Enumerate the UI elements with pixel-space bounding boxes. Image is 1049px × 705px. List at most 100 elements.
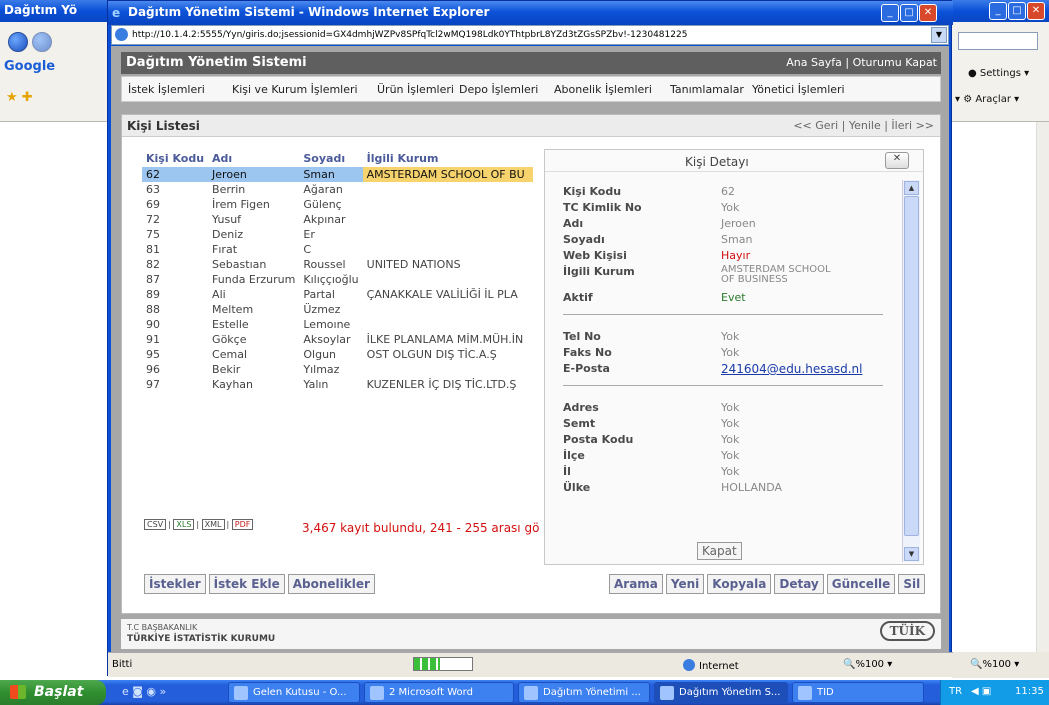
minimize-icon[interactable]: _ [989,2,1007,20]
scroll-up-icon[interactable]: ▲ [904,181,919,195]
table-row[interactable]: 95 Cemal Olgun OST OLGUN DIŞ TİC.A.Ş [142,347,533,362]
scroll-down-icon[interactable]: ▼ [904,547,919,561]
scroll-thumb[interactable] [904,196,919,536]
detail-header: Kişi Detayı ✕ [545,150,923,172]
task-ie-2[interactable]: Dağıtım Yönetim S... [654,682,788,703]
col-soyadi[interactable]: Soyadı [299,151,362,167]
tools-menu[interactable]: ▾ ⚙ Araçlar ▾ [955,94,1019,105]
cell-name: Gökçe [212,333,247,346]
sil-button[interactable]: Sil [898,574,926,594]
close-icon[interactable]: ✕ [919,4,937,22]
background-search-input[interactable] [958,32,1038,50]
cell-surname: Sman [299,167,363,182]
field-value: Jeroen [721,217,756,230]
menu-yonetici-islemleri[interactable]: Yönetici İşlemleri [752,83,845,96]
table-row[interactable]: 90 Estelle Lemoıne [142,317,533,332]
google-toolbar-logo: Google [4,59,56,74]
col-ilgili-kurum[interactable]: İlgili Kurum [363,151,533,167]
kopyala-button[interactable]: Kopyala [707,574,772,594]
table-row[interactable]: 89 Ali Partal ÇANAKKALE VALİLİĞİ İL PLA [142,287,533,302]
footer-org-line2: TÜRKİYE İSTATİSTİK KURUMU [127,634,276,644]
export-csv-icon[interactable]: CSV [144,519,167,530]
forward-icon[interactable] [32,32,52,52]
istekler-button[interactable]: İstekler [144,574,206,594]
menu-kisi-kurum-islemleri[interactable]: Kişi ve Kurum İşlemleri [232,83,358,96]
table-row[interactable]: 87 Funda Erzurum Kılıççıoğlu [142,272,533,287]
cell-surname: Roussel [303,258,346,271]
back-icon[interactable] [8,32,28,52]
field-value: 62 [721,185,735,198]
language-indicator[interactable]: TR [949,686,962,697]
detay-button[interactable]: Detay [774,574,824,594]
table-row[interactable]: 69 İrem Figen Gülenç [142,197,533,212]
favorites-star-icon[interactable]: ★ ✚ [6,90,33,105]
task-word[interactable]: 2 Microsoft Word [364,682,514,703]
logout-link[interactable]: Oturumu Kapat [853,56,937,69]
field-value: Hayır [721,249,751,262]
table-row[interactable]: 82 Sebastıan Roussel UNITED NATIONS [142,257,533,272]
export-xls-icon[interactable]: XLS [173,519,195,530]
detail-scrollbar[interactable]: ▲ ▼ [902,180,920,562]
left-button-group: İstekler İstek Ekle Abonelikler [144,574,378,594]
taskbar: Başlat e ◙ ◉ » Gelen Kutusu - O... 2 Mic… [0,680,1049,705]
table-row[interactable]: 72 Yusuf Akpınar [142,212,533,227]
field-value: Yok [721,417,740,430]
kapat-button[interactable]: Kapat [697,542,742,560]
home-link[interactable]: Ana Sayfa [786,56,842,69]
menu-abonelik-islemleri[interactable]: Abonelik İşlemleri [554,83,652,96]
task-tid[interactable]: TID [792,682,924,703]
arama-button[interactable]: Arama [609,574,663,594]
menu-istek-islemleri[interactable]: İstek İşlemleri [128,83,205,96]
col-kisi-kodu[interactable]: Kişi Kodu [142,151,208,167]
table-row[interactable]: 75 Deniz Er [142,227,533,242]
minimize-icon[interactable]: _ [881,4,899,22]
menu-urun-islemleri[interactable]: Ürün İşlemleri [377,83,454,96]
table-row[interactable]: 63 Berrin Ağaran [142,182,533,197]
table-row[interactable]: 62 Jeroen Sman AMSTERDAM SCHOOL OF BU [142,167,533,182]
app-header: Dağıtım Yönetim Sistemi Ana Sayfa | Otur… [121,52,941,74]
popup-titlebar: e Dağıtım Yönetim Sistemi - Windows Inte… [108,1,953,25]
detail-close-icon[interactable]: ✕ [885,152,909,169]
field-label: Kişi Kodu [563,185,622,198]
field-value: Yok [721,465,740,478]
table-row[interactable]: 97 Kayhan Yalın KUZENLER İÇ DIŞ TİC.LTD.Ş [142,377,533,392]
export-xml-icon[interactable]: XML [201,519,225,530]
field-label: Soyadı [563,233,605,246]
zoom-control[interactable]: 🔍%100 ▾ [843,659,892,670]
table-row[interactable]: 81 Fırat C [142,242,533,257]
cell-code: 62 [142,167,209,182]
menu-tanimlamalar[interactable]: Tanımlamalar [670,83,744,96]
export-pdf-icon[interactable]: PDF [231,519,254,530]
menu-depo-islemleri[interactable]: Depo İşlemleri [459,83,538,96]
task-ie-1[interactable]: Dağıtım Yönetimi ... [518,682,650,703]
quick-launch-icons[interactable]: e ◙ ◉ » [122,685,166,698]
table-row[interactable]: 91 Gökçe Aksoylar İLKE PLANLAMA MİM.MÜH.İN [142,332,533,347]
start-button[interactable]: Başlat [0,680,106,705]
cell-code: 81 [146,243,160,256]
settings-menu[interactable]: ● Settings ▾ [968,68,1029,79]
page-content: Dağıtım Yönetim Sistemi Ana Sayfa | Otur… [111,46,949,652]
col-adi[interactable]: Adı [208,151,299,167]
background-scrollbar[interactable] [1036,122,1049,652]
detail-row-ulke: Ülke HOLLANDA [563,480,898,496]
address-bar[interactable]: http://10.1.4.2:5555/Yyn/giris.do;jsessi… [111,25,949,45]
pagination-nav[interactable]: << Geri | Yenile | İleri >> [793,119,934,132]
task-outlook[interactable]: Gelen Kutusu - O... [228,682,360,703]
istek-ekle-button[interactable]: İstek Ekle [208,574,285,594]
globe-icon [683,659,695,671]
email-link[interactable]: 241604@edu.hesasd.nl [721,362,862,376]
field-label: İlçe [563,449,585,462]
yeni-button[interactable]: Yeni [665,574,705,594]
field-value: HOLLANDA [721,481,782,494]
table-row[interactable]: 96 Bekir Yılmaz [142,362,533,377]
close-icon[interactable]: ✕ [1027,2,1045,20]
table-row[interactable]: 88 Meltem Üzmez [142,302,533,317]
detail-row-aktif: Aktif Evet [563,290,898,306]
maximize-icon[interactable]: □ [1008,2,1026,20]
guncelle-button[interactable]: Güncelle [826,574,896,594]
tray-icons[interactable]: ◀ ▣ [971,686,991,697]
address-dropdown-icon[interactable]: ▼ [931,27,947,43]
maximize-icon[interactable]: □ [900,4,918,22]
abonelikler-button[interactable]: Abonelikler [287,574,375,594]
background-zoom[interactable]: 🔍%100 ▾ [970,659,1019,670]
